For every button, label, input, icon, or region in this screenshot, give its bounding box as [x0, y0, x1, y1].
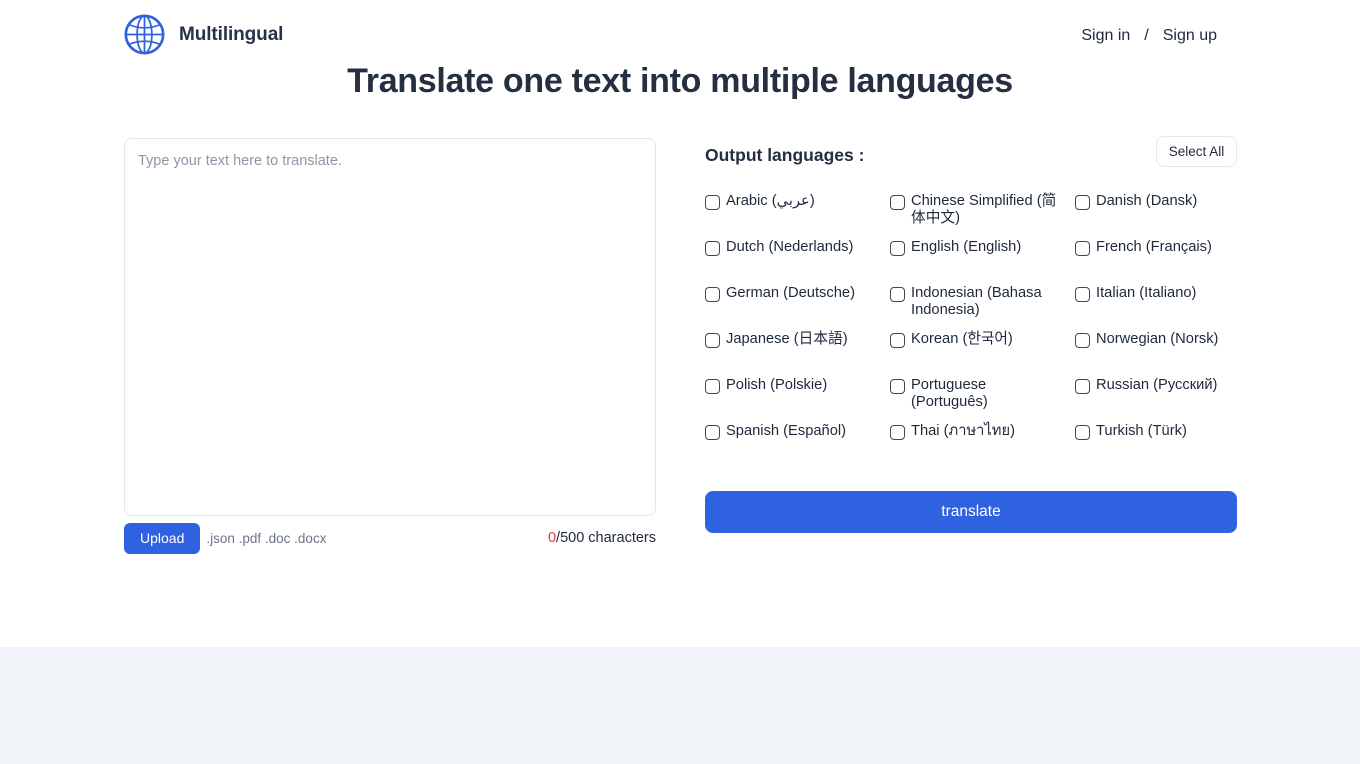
checkbox-icon[interactable] — [1075, 333, 1090, 348]
output-panel: Output languages : Select All Arabic (عر… — [705, 136, 1237, 533]
character-limit-label: /500 characters — [556, 530, 656, 546]
page-title: Translate one text into multiple languag… — [347, 62, 1013, 100]
language-checkbox-grid: Arabic (عربي) Chinese Simplified (简体中文) Da… — [705, 193, 1237, 469]
language-option[interactable]: Turkish (Türk) — [1075, 423, 1237, 469]
auth-links: Sign in / Sign up — [1081, 27, 1217, 45]
language-label: Thai (ภาษาไทย) — [911, 423, 1015, 439]
language-label: Russian (Русский) — [1096, 377, 1218, 393]
sign-in-link[interactable]: Sign in — [1081, 27, 1130, 45]
checkbox-icon[interactable] — [705, 241, 720, 256]
language-label: French (Français) — [1096, 239, 1212, 255]
page-root: Multilingual Sign in / Sign up Translate… — [0, 0, 1360, 764]
language-label: Dutch (Nederlands) — [726, 239, 854, 255]
language-option[interactable]: Dutch (Nederlands) — [705, 239, 890, 285]
language-option[interactable]: French (Français) — [1075, 239, 1237, 285]
upload-button[interactable]: Upload — [124, 522, 201, 554]
input-footer-bar: Upload .json .pdf .doc .docx 0/500 chara… — [124, 521, 656, 555]
language-label: Japanese (日本語) — [726, 331, 848, 347]
character-count-value: 0 — [547, 530, 557, 546]
language-label: Danish (Dansk) — [1096, 193, 1198, 209]
language-label: Norwegian (Norsk) — [1096, 331, 1219, 347]
language-option[interactable]: Chinese Simplified (简体中文) — [890, 193, 1075, 239]
globe-icon — [124, 14, 165, 55]
output-languages-label: Output languages : — [705, 144, 865, 165]
sign-up-link[interactable]: Sign up — [1163, 27, 1217, 45]
language-label: Polish (Polskie) — [726, 377, 828, 393]
checkbox-icon[interactable] — [890, 425, 905, 440]
page-footer — [0, 647, 1360, 764]
checkbox-icon[interactable] — [1075, 379, 1090, 394]
language-option[interactable]: Italian (Italiano) — [1075, 285, 1237, 331]
language-label: Korean (한국어) — [911, 331, 1013, 347]
output-panel-header: Output languages : Select All — [705, 136, 1237, 174]
language-label: Spanish (Español) — [726, 423, 847, 439]
language-label: Indonesian (Bahasa Indonesia) — [911, 285, 1042, 319]
language-option[interactable]: Russian (Русский) — [1075, 377, 1237, 423]
input-panel: Upload .json .pdf .doc .docx 0/500 chara… — [124, 138, 656, 555]
checkbox-icon[interactable] — [890, 333, 905, 348]
checkbox-icon[interactable] — [890, 241, 905, 256]
language-label: German (Deutsche) — [726, 285, 855, 301]
checkbox-icon[interactable] — [705, 425, 720, 440]
accepted-file-types: .json .pdf .doc .docx — [206, 530, 327, 546]
language-label: Arabic (عربي) — [726, 193, 815, 209]
language-option[interactable]: Norwegian (Norsk) — [1075, 331, 1237, 377]
checkbox-icon[interactable] — [1075, 287, 1090, 302]
language-option[interactable]: German (Deutsche) — [705, 285, 890, 331]
language-option[interactable]: Spanish (Español) — [705, 423, 890, 469]
brand-logo-link[interactable]: Multilingual — [124, 14, 283, 55]
checkbox-icon[interactable] — [705, 333, 720, 348]
language-option[interactable]: Thai (ภาษาไทย) — [890, 423, 1075, 469]
brand-name: Multilingual — [179, 23, 284, 45]
select-all-button[interactable]: Select All — [1156, 136, 1237, 167]
translate-text-input[interactable] — [124, 138, 656, 516]
language-option[interactable]: Portuguese (Português) — [890, 377, 1075, 423]
checkbox-icon[interactable] — [1075, 425, 1090, 440]
translate-button[interactable]: translate — [705, 491, 1237, 533]
character-counter: 0/500 characters — [548, 530, 656, 546]
language-label: Italian (Italiano) — [1096, 285, 1197, 301]
auth-separator: / — [1144, 27, 1149, 44]
language-label: Portuguese (Português) — [911, 377, 988, 411]
language-option[interactable]: Arabic (عربي) — [705, 193, 890, 239]
checkbox-icon[interactable] — [890, 287, 905, 302]
language-option[interactable]: Indonesian (Bahasa Indonesia) — [890, 285, 1075, 331]
checkbox-icon[interactable] — [890, 195, 905, 210]
language-option[interactable]: Korean (한국어) — [890, 331, 1075, 377]
language-label: Chinese Simplified (简体中文) — [911, 193, 1057, 227]
checkbox-icon[interactable] — [1075, 241, 1090, 256]
language-option[interactable]: Japanese (日本語) — [705, 331, 890, 377]
checkbox-icon[interactable] — [705, 287, 720, 302]
checkbox-icon[interactable] — [890, 379, 905, 394]
language-label: English (English) — [911, 239, 1022, 255]
language-label: Turkish (Türk) — [1096, 423, 1187, 439]
language-option[interactable]: Danish (Dansk) — [1075, 193, 1237, 239]
checkbox-icon[interactable] — [1075, 195, 1090, 210]
language-option[interactable]: Polish (Polskie) — [705, 377, 890, 423]
site-header: Multilingual Sign in / Sign up — [0, 0, 1360, 66]
language-option[interactable]: English (English) — [890, 239, 1075, 285]
checkbox-icon[interactable] — [705, 379, 720, 394]
checkbox-icon[interactable] — [705, 195, 720, 210]
